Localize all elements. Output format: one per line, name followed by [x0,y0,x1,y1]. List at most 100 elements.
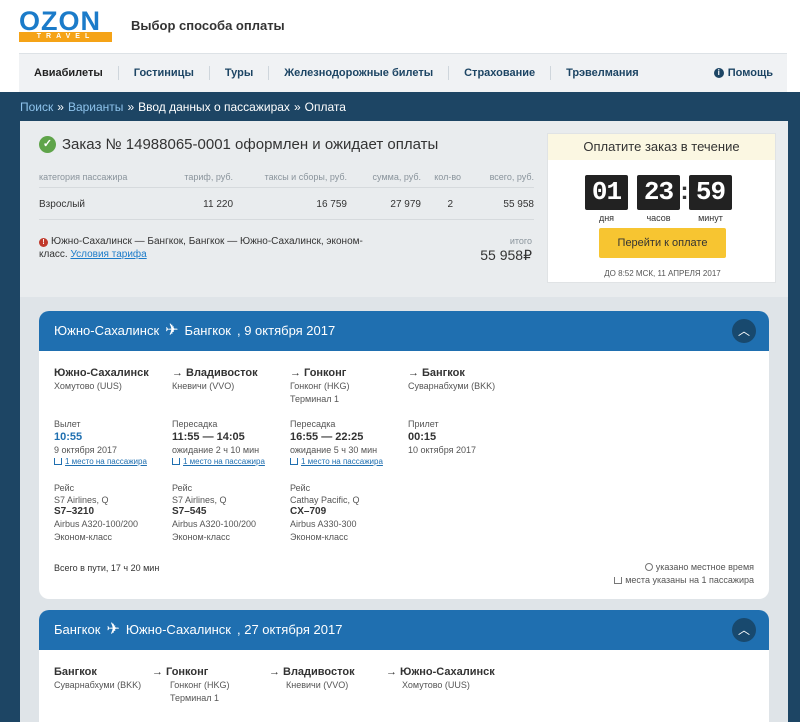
terminal-name: Терминал 1 [290,394,339,404]
help-label: Помощь [727,67,773,79]
cell-taxes: 16 759 [316,199,347,210]
col-taxes: таксы и сборы, руб. [264,172,347,182]
arrow-right-icon: → [152,666,163,678]
transfer-1-time-block: Пересадка 11:55 — 14:05 ожидание 2 ч 10 … [172,419,290,466]
total-value: 55 958₽ [480,247,532,263]
arrow-right-icon: → [386,666,397,678]
go-to-payment-button[interactable]: Перейти к оплате [599,228,726,258]
nav-item-flights[interactable]: Авиабилеты [19,66,119,80]
flight-header[interactable]: Бангкок ✈ Южно-Сахалинск , 27 октября 201… [39,610,769,650]
minutes-digits: 59 [689,175,732,210]
nav-item-travelmania[interactable]: Трэвелмания [551,66,654,80]
collapse-icon[interactable]: ︿ [732,319,756,343]
flight-card-return: Бангкок ✈ Южно-Сахалинск , 27 октября 201… [39,610,769,722]
city-label: Бангкок [422,367,465,379]
logo-subtext: TRAVEL [19,32,112,42]
baggage-link[interactable]: 1 место на пассажира [172,457,290,466]
flight-header[interactable]: Южно-Сахалинск ✈ Бангкок , 9 октября 2017… [39,311,769,351]
departure-time-block: Вылет 10:55 9 октября 2017 1 место на па… [54,419,172,466]
alert-icon: ! [39,238,48,247]
nav-item-hotels[interactable]: Гостиницы [119,66,210,80]
timer-colon [628,175,637,208]
plane-icon: ✈ [165,322,179,339]
aircraft-type: Airbus A320-100/200 [172,519,257,529]
baggage-label: 1 место на пассажира [65,457,147,466]
arrow-right-icon: → [290,367,301,379]
flight-info-1: Рейс S7 Airlines, Q S7–3210 Airbus A320-… [54,483,172,543]
time-value: 16:55 — 22:25 [290,431,364,443]
flight-date-value: 27 октября 2017 [244,622,343,637]
flight-card-outbound: Южно-Сахалинск ✈ Бангкок , 9 октября 2017… [39,311,769,599]
breadcrumb-current: Оплата [304,100,346,114]
baggage-label: 1 место на пассажира [301,457,383,466]
help-link[interactable]: i Помощь [713,67,773,79]
minutes-label: минут [698,213,723,223]
time-label: Вылет [54,419,81,429]
cabin-class: Эконом-класс [54,532,112,542]
payment-title: Оплатите заказ в течение [548,134,775,160]
order-table-header: категория пассажира тариф, руб. таксы и … [39,166,534,188]
content-panel: ✓ Заказ № 14988065-0001 оформлен и ожида… [20,121,788,722]
legend: указано местное время места указаны на 1… [614,561,754,587]
airport-name: Суварнабхуми (BKK) [408,381,496,391]
airline-name: S7 Airlines, Q [54,495,109,505]
flight-from: Южно-Сахалинск [54,323,160,338]
city-name: → Южно-Сахалинск [386,666,504,678]
city-label: Гонконг [166,666,209,678]
flight-date: , 9 октября 2017 [236,323,336,338]
nav-item-insurance[interactable]: Страхование [449,66,552,80]
breadcrumb-search[interactable]: Поиск [20,100,53,114]
baggage-link[interactable]: 1 место на пассажира [54,457,172,466]
flight-label: Рейс [54,483,75,493]
airport-name: Кневичи (VVO) [172,381,235,391]
time-label: Прилет [408,419,439,429]
breadcrumb-variants[interactable]: Варианты [68,100,123,114]
airport-name: Хомутово (UUS) [402,680,470,690]
cabin-class: Эконом-класс [290,532,348,542]
airport-name: Хомутово (UUS) [54,381,122,391]
timer-minutes: 59 минут [689,175,732,223]
aircraft-type: Airbus A320-100/200 [54,519,139,529]
city-name: → Владивосток [172,367,290,379]
time-value: 11:55 — 14:05 [172,431,245,443]
clock-icon [644,563,653,571]
legend-time-text: указано местное время [655,562,754,572]
arrow-right-icon: → [269,666,280,678]
airport-name: Кневичи (VVO) [286,680,349,690]
aircraft-type: Airbus A330-300 [290,519,357,529]
city-label: Владивосток [283,666,355,678]
nav-item-tours[interactable]: Туры [210,66,270,80]
airline-name: Cathay Pacific, Q [290,495,360,505]
cell-sum: 27 979 [390,199,421,210]
wait-time: ожидание 2 ч 10 мин [172,445,260,455]
hours-label: часов [646,213,671,223]
route-note: ! Южно-Сахалинск — Бангкок, Бангкок — Южн… [39,235,369,261]
flight-number: S7–545 [172,506,207,517]
col-category: категория пассажира [39,172,128,182]
city-name: → Бангкок [408,367,526,379]
hours-digits: 23 [637,175,680,210]
city-name: → Гонконг [290,367,408,379]
payment-box: Оплатите заказ в течение 01 дня 23 часов… [547,133,776,283]
flight-number: CX–709 [290,506,327,517]
col-total: всего, руб. [489,172,534,182]
airline-name: S7 Airlines, Q [172,495,227,505]
seat-icon [614,577,623,584]
flight-info-3: Рейс Cathay Pacific, Q CX–709 Airbus A33… [290,483,408,543]
breadcrumb-separator: » [127,100,135,114]
tariff-conditions-link[interactable]: Условия тарифа [70,249,146,260]
ozon-travel-logo[interactable]: OZON TRAVEL [19,6,112,42]
collapse-icon[interactable]: ︿ [732,618,756,642]
nav-item-trains[interactable]: Железнодорожные билеты [269,66,450,80]
arrow-right-icon: → [408,367,419,379]
order-summary: ✓ Заказ № 14988065-0001 оформлен и ожида… [20,121,788,297]
segment-transfer-2: → Гонконг Гонконг (HKG) Терминал 1 [290,367,408,405]
segment-arrival: → Бангкок Суварнабхуми (BKK) [408,367,526,392]
baggage-link[interactable]: 1 место на пассажира [290,457,408,466]
plane-icon: ✈ [106,621,120,638]
order-title-text: Заказ № 14988065-0001 оформлен и ожидает… [62,136,439,153]
city-name: Южно-Сахалинск [54,367,149,379]
flight-label: Рейс [172,483,193,493]
time-value: 00:15 [408,431,437,443]
cabin-class: Эконом-класс [172,532,230,542]
